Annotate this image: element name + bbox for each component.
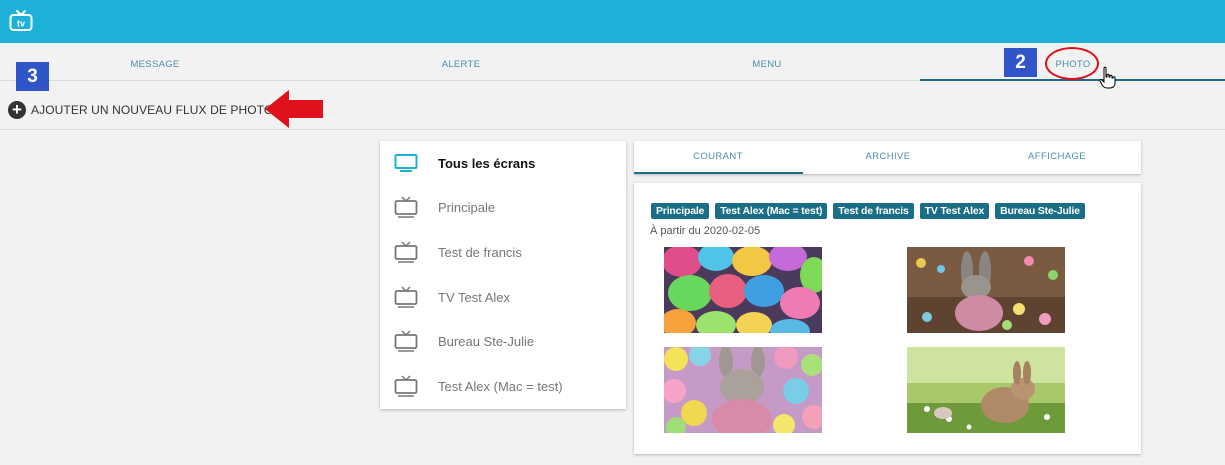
screen-label: Test Alex (Mac = test) bbox=[438, 378, 563, 394]
feed-start-date: À partir du 2020-02-05 bbox=[650, 225, 761, 237]
add-photo-feed-label: AJOUTER UN NOUVEAU FLUX DE PHOTOS bbox=[31, 103, 282, 117]
screen-tag: Test de francis bbox=[833, 203, 914, 219]
bunny-plush-photo[interactable] bbox=[907, 247, 1065, 333]
screen-tag: Test Alex (Mac = test) bbox=[715, 203, 828, 219]
monitor-icon bbox=[394, 154, 418, 172]
screen-label: Tous les écrans bbox=[438, 155, 536, 171]
subtab-active-indicator bbox=[634, 172, 803, 174]
toolbar-divider bbox=[0, 129, 1225, 130]
screen-tags: Principale Test Alex (Mac = test) Test d… bbox=[651, 203, 1085, 219]
red-arrow-icon bbox=[265, 90, 323, 128]
bunny-pompoms-photo[interactable] bbox=[664, 347, 822, 433]
screen-label: Bureau Ste-Julie bbox=[438, 333, 535, 349]
tab-courant[interactable]: COURANT bbox=[693, 141, 743, 174]
screen-label: Principale bbox=[438, 199, 496, 215]
tab-message[interactable]: MESSAGE bbox=[130, 43, 179, 81]
screen-item-bureau-ste-julie[interactable]: Bureau Ste-Julie bbox=[380, 319, 626, 363]
tv-icon bbox=[394, 241, 418, 263]
step-2-badge: 2 bbox=[1004, 48, 1037, 77]
screens-list: Tous les écrans Principale Test de franc… bbox=[380, 141, 626, 409]
tv-icon bbox=[394, 330, 418, 352]
tab-menu[interactable]: MENU bbox=[752, 43, 781, 81]
tab-alerte[interactable]: ALERTE bbox=[442, 43, 481, 81]
tv-icon bbox=[394, 286, 418, 308]
screen-item-principale[interactable]: Principale bbox=[380, 185, 626, 229]
main-nav-tabs: MESSAGE ALERTE MENU PHOTO bbox=[0, 43, 1225, 81]
tv-icon bbox=[394, 196, 418, 218]
plus-circle-icon: + bbox=[8, 101, 26, 119]
hand-cursor-icon bbox=[1099, 66, 1116, 89]
top-app-bar: tv bbox=[0, 0, 1225, 43]
logo-text: tv bbox=[17, 19, 25, 29]
screen-label: TV Test Alex bbox=[438, 289, 511, 305]
tab-affichage[interactable]: AFFICHAGE bbox=[1028, 141, 1086, 174]
step-3-badge: 3 bbox=[16, 62, 49, 91]
screen-item-test-de-francis[interactable]: Test de francis bbox=[380, 230, 626, 274]
screen-item-test-alex-mac[interactable]: Test Alex (Mac = test) bbox=[380, 364, 626, 408]
tab-archive[interactable]: ARCHIVE bbox=[865, 141, 910, 174]
easter-eggs-photo[interactable] bbox=[664, 247, 822, 333]
screen-tag: TV Test Alex bbox=[919, 203, 990, 219]
add-photo-feed-button[interactable]: + AJOUTER UN NOUVEAU FLUX DE PHOTOS bbox=[8, 100, 281, 120]
photo-feed-card[interactable]: Principale Test Alex (Mac = test) Test d… bbox=[634, 183, 1141, 454]
bunny-grass-photo[interactable] bbox=[907, 347, 1065, 433]
screen-tag: Principale bbox=[651, 203, 710, 219]
tv-logo-icon[interactable]: tv bbox=[9, 9, 33, 33]
screen-label: Test de francis bbox=[438, 244, 522, 260]
screen-item-tv-test-alex[interactable]: TV Test Alex bbox=[380, 275, 626, 319]
screen-item-all[interactable]: Tous les écrans bbox=[380, 141, 626, 185]
screen-tag: Bureau Ste-Julie bbox=[995, 203, 1085, 219]
tv-icon bbox=[394, 375, 418, 397]
highlight-circle bbox=[1045, 47, 1099, 80]
feed-subtabs: COURANT ARCHIVE AFFICHAGE bbox=[634, 141, 1141, 174]
